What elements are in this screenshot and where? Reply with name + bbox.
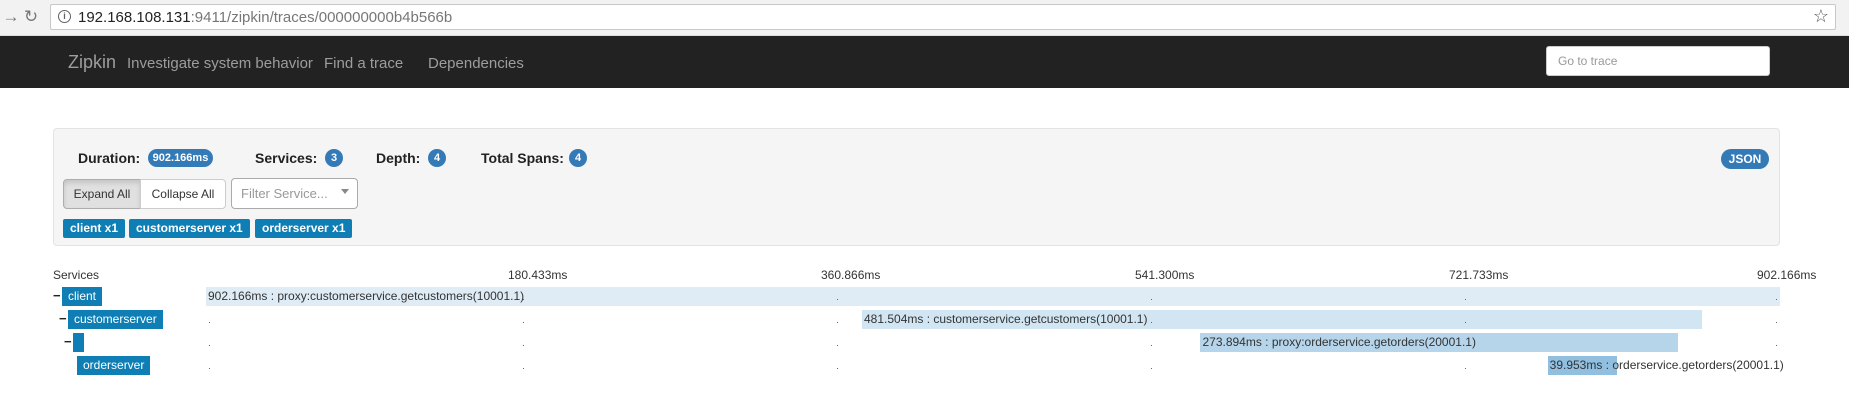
filter-placeholder: Filter Service... xyxy=(241,186,328,201)
collapse-all-button[interactable]: Collapse All xyxy=(140,179,226,209)
grid-dot xyxy=(1151,299,1152,300)
span-row[interactable]: orderserver 39.953ms : orderservice.geto… xyxy=(53,356,1784,375)
services-column-header: Services xyxy=(53,268,100,282)
nav-dependencies[interactable]: Dependencies xyxy=(428,55,524,72)
timeline-tick: 180.433ms xyxy=(508,268,568,282)
grid-dot xyxy=(523,368,524,369)
brand-logo[interactable]: Zipkin xyxy=(68,52,116,73)
grid-dot xyxy=(1465,322,1466,323)
grid-dot xyxy=(1465,299,1466,300)
services-label: Services: xyxy=(255,150,318,166)
service-chip-client[interactable]: client x1 xyxy=(63,219,126,238)
address-bar[interactable]: i 192.168.108.131:9411/zipkin/traces/000… xyxy=(50,4,1836,30)
service-chip-orderserver[interactable]: orderserver x1 xyxy=(255,219,353,238)
grid-dot xyxy=(209,345,210,346)
grid-dot xyxy=(1776,345,1777,346)
grid-dot xyxy=(1776,299,1777,300)
chevron-down-icon xyxy=(341,189,349,194)
service-chip-customerserver[interactable]: customerserver x1 xyxy=(129,219,250,238)
top-navbar: Zipkin Investigate system behavior Find … xyxy=(0,36,1849,88)
url-path: :9411/zipkin/traces/000000000b4b566b xyxy=(190,9,453,26)
grid-dot xyxy=(209,368,210,369)
depth-badge: 4 xyxy=(428,149,446,167)
grid-dot xyxy=(1151,368,1152,369)
grid-dot xyxy=(1465,368,1466,369)
span-row[interactable]: − customerserver 481.504ms : customerser… xyxy=(53,310,1780,329)
depth-label: Depth: xyxy=(376,150,421,166)
filter-service-select[interactable]: Filter Service... xyxy=(231,178,358,209)
expand-all-button[interactable]: Expand All xyxy=(63,179,141,209)
span-service-label: customerserver xyxy=(68,310,163,329)
grid-dot xyxy=(1151,322,1152,323)
collapse-toggle-icon[interactable]: − xyxy=(59,311,67,326)
duration-label: Duration: xyxy=(78,150,141,166)
span-label: 481.504ms : customerservice.getcustomers… xyxy=(864,312,1148,326)
json-button[interactable]: JSON xyxy=(1721,149,1769,169)
info-icon[interactable]: i xyxy=(58,10,71,23)
span-label: 39.953ms : orderservice.getorders(20001.… xyxy=(1549,358,1784,372)
total-spans-badge: 4 xyxy=(569,149,587,167)
forward-icon[interactable]: → xyxy=(0,6,22,28)
collapse-toggle-icon[interactable]: − xyxy=(64,334,72,349)
total-spans-label: Total Spans: xyxy=(481,150,564,166)
nav-find-trace[interactable]: Find a trace xyxy=(324,55,403,72)
grid-dot xyxy=(209,322,210,323)
span-row[interactable]: − client 902.166ms : proxy:customerservi… xyxy=(53,287,1780,306)
url-text[interactable]: 192.168.108.131:9411/zipkin/traces/00000… xyxy=(78,9,452,26)
span-service-label: client xyxy=(62,287,103,306)
grid-dot xyxy=(1776,322,1777,323)
grid-dot xyxy=(837,322,838,323)
grid-dot xyxy=(1151,345,1152,346)
grid-dot xyxy=(837,368,838,369)
grid-dot xyxy=(837,299,838,300)
span-label: 273.894ms : proxy:orderservice.getorders… xyxy=(1202,335,1476,349)
browser-toolbar: → ↻ i 192.168.108.131:9411/zipkin/traces… xyxy=(0,0,1849,36)
span-row[interactable]: − 273.894ms : proxy:orderservice.getorde… xyxy=(53,333,1780,352)
collapse-toggle-icon[interactable]: − xyxy=(53,288,61,303)
duration-badge: 902.166ms xyxy=(148,149,213,167)
reload-icon[interactable]: ↻ xyxy=(20,6,42,28)
timeline-tick: 541.300ms xyxy=(1135,268,1195,282)
star-icon[interactable]: ☆ xyxy=(1813,6,1829,27)
timeline-tick: 902.166ms xyxy=(1757,268,1817,282)
url-host: 192.168.108.131 xyxy=(78,9,191,26)
grid-dot xyxy=(523,322,524,323)
span-service-label: orderserver xyxy=(77,356,151,375)
grid-dot xyxy=(523,345,524,346)
services-badge: 3 xyxy=(325,149,343,167)
span-service-label xyxy=(73,333,84,352)
trace-summary-panel: Duration: 902.166ms Services: 3 Depth: 4… xyxy=(53,128,1780,246)
trace-timeline: Services 180.433ms 360.866ms 541.300ms 7… xyxy=(53,268,1849,388)
timeline-tick: 360.866ms xyxy=(821,268,881,282)
span-label: 902.166ms : proxy:customerservice.getcus… xyxy=(208,289,525,303)
brand-tagline: Investigate system behavior xyxy=(127,55,313,72)
grid-dot xyxy=(837,345,838,346)
timeline-tick: 721.733ms xyxy=(1449,268,1509,282)
go-to-trace-input[interactable] xyxy=(1546,46,1770,76)
